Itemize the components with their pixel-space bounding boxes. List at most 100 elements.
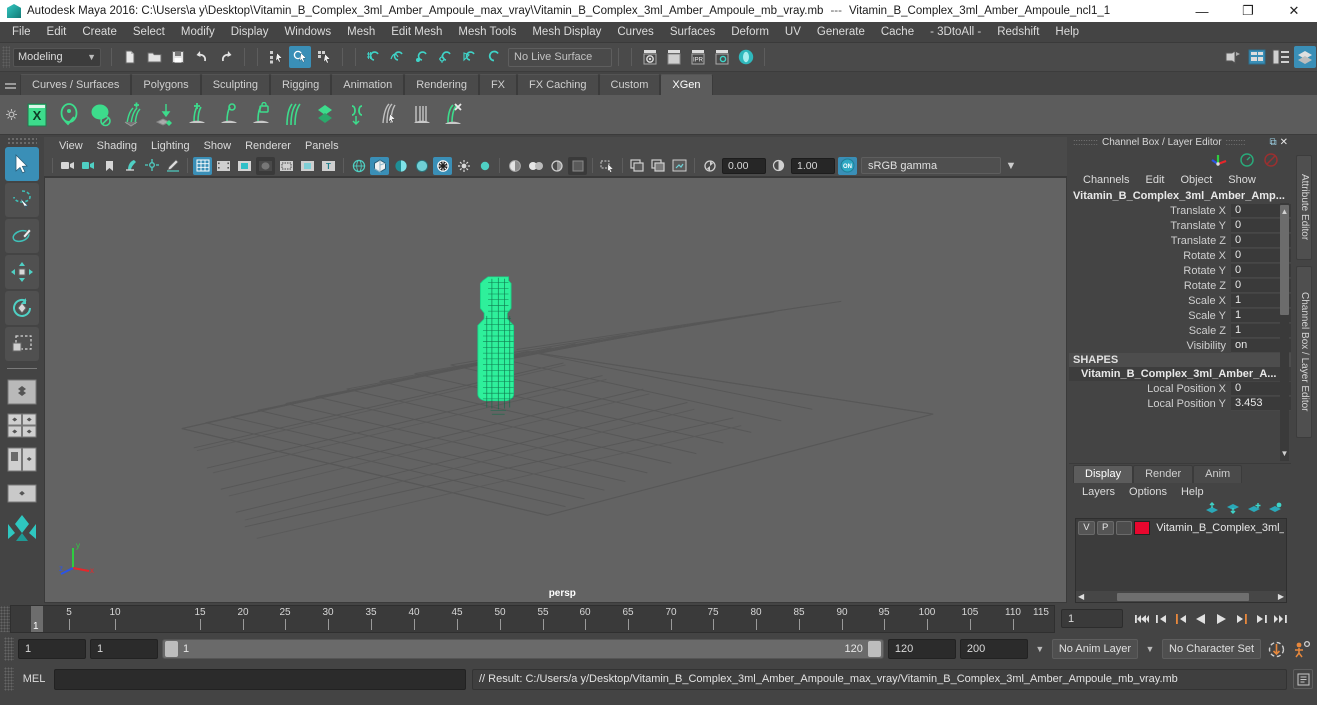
attr-row-scale-y[interactable]: Scale Y 1: [1069, 308, 1291, 323]
layer-row[interactable]: V P Vitamin_B_Complex_3ml_: [1076, 519, 1286, 536]
panel-drag-handle[interactable]: ::::::::::: [1069, 137, 1102, 147]
layer-menu-options[interactable]: Options: [1122, 486, 1174, 498]
layer-menu-layers[interactable]: Layers: [1075, 486, 1122, 498]
menu-create[interactable]: Create: [74, 24, 125, 40]
lighting-toggle-icon[interactable]: [433, 156, 452, 175]
menu-modify[interactable]: Modify: [173, 24, 223, 40]
exposure-icon[interactable]: [700, 157, 719, 175]
menu-set-selector[interactable]: Modeling ▼: [13, 47, 101, 67]
shelf-tab-custom[interactable]: Custom: [598, 74, 661, 95]
hypershade-icon[interactable]: [735, 46, 757, 68]
xgen-clump-icon[interactable]: [406, 98, 436, 132]
layer-visibility-toggle[interactable]: V: [1078, 520, 1095, 535]
scroll-left-icon[interactable]: ◀: [1078, 592, 1084, 601]
safe-title-icon[interactable]: T: [319, 157, 338, 175]
menu-windows[interactable]: Windows: [276, 24, 339, 40]
command-line-grip[interactable]: [4, 667, 14, 691]
shelf-grip[interactable]: [0, 72, 20, 95]
flat-shade-icon[interactable]: [391, 157, 410, 175]
chevron-down-icon[interactable]: ▼: [1001, 157, 1021, 174]
close-icon[interactable]: ✕: [1280, 137, 1288, 148]
xgen-comb-icon[interactable]: [278, 98, 308, 132]
viewport-menu-show[interactable]: Show: [197, 139, 239, 153]
field-chart-icon[interactable]: [277, 157, 296, 175]
xgen-grow-icon[interactable]: [182, 98, 212, 132]
auto-keyframe-icon[interactable]: [1265, 638, 1287, 660]
snap-to-grid-icon[interactable]: [363, 46, 385, 68]
motion-blur-icon[interactable]: [547, 157, 566, 175]
close-button[interactable]: ✕: [1271, 0, 1317, 22]
range-slider[interactable]: 1 120: [162, 639, 884, 659]
range-slider-right-handle[interactable]: [867, 641, 881, 657]
attribute-editor-icon[interactable]: [1246, 46, 1268, 68]
animation-preferences-icon[interactable]: [1291, 638, 1313, 660]
select-by-object-icon[interactable]: [289, 46, 311, 68]
layer-tab-anim[interactable]: Anim: [1193, 465, 1243, 483]
create-new-layer-icon[interactable]: [1247, 502, 1262, 514]
render-current-frame-icon[interactable]: [639, 46, 661, 68]
xgen-add-guides-icon[interactable]: [118, 98, 148, 132]
isolate-select-icon[interactable]: [568, 156, 587, 175]
layer-type-toggle[interactable]: [1115, 520, 1133, 535]
menu-cache[interactable]: Cache: [873, 24, 922, 40]
animation-start-time-field[interactable]: 1: [18, 639, 86, 659]
channel-box-icon[interactable]: [1294, 46, 1316, 68]
exposure-field[interactable]: 0.00: [722, 157, 766, 174]
resolution-gate-icon[interactable]: [235, 157, 254, 175]
ambient-occlusion-icon[interactable]: [526, 157, 545, 175]
shelf-tab-fx-caching[interactable]: FX Caching: [517, 74, 599, 95]
viewport-menu-shading[interactable]: Shading: [90, 139, 144, 153]
script-language-label[interactable]: MEL: [20, 673, 48, 685]
save-scene-icon[interactable]: [167, 46, 189, 68]
statusbar-grip[interactable]: [2, 46, 10, 68]
shelf-tab-rigging[interactable]: Rigging: [269, 74, 332, 95]
attr-row-visibility[interactable]: Visibility on: [1069, 338, 1291, 353]
shelf-options-gear-icon[interactable]: [0, 95, 22, 135]
time-slider-grip[interactable]: [0, 605, 10, 632]
new-scene-icon[interactable]: [119, 46, 141, 68]
layer-playback-toggle[interactable]: P: [1096, 520, 1114, 535]
xgen-editor-icon[interactable]: X: [22, 98, 52, 132]
range-slider-grip[interactable]: [4, 637, 14, 661]
gate-mask-icon[interactable]: [256, 156, 275, 175]
shelf-tab-curves-surfaces[interactable]: Curves / Surfaces: [20, 74, 132, 95]
open-scene-icon[interactable]: [143, 46, 165, 68]
attr-row-translate-x[interactable]: Translate X 0: [1069, 203, 1291, 218]
paint-select-tool[interactable]: [5, 219, 39, 253]
range-start-time-field[interactable]: 1: [90, 639, 158, 659]
menu-mesh-tools[interactable]: Mesh Tools: [450, 24, 524, 40]
attr-row-scale-x[interactable]: Scale X 1: [1069, 293, 1291, 308]
menu-3dtoall[interactable]: - 3DtoAll -: [922, 24, 989, 40]
shelf-tab-xgen[interactable]: XGen: [660, 74, 713, 95]
attr-row-scale-z[interactable]: Scale Z 1: [1069, 323, 1291, 338]
toolbox-grip[interactable]: [7, 137, 37, 144]
two-pane-layout[interactable]: [5, 445, 39, 475]
ipr-render-icon[interactable]: IPR: [687, 46, 709, 68]
current-time-indicator[interactable]: 1: [31, 605, 43, 632]
menu-edit-mesh[interactable]: Edit Mesh: [383, 24, 450, 40]
shadows-icon[interactable]: [505, 157, 524, 175]
animation-end-time-field[interactable]: 200: [959, 639, 1028, 659]
attr-row-rotate-y[interactable]: Rotate Y 0: [1069, 263, 1291, 278]
anim-layer-selector[interactable]: No Anim Layer: [1051, 639, 1139, 659]
attr-row-translate-z[interactable]: Translate Z 0: [1069, 233, 1291, 248]
xgen-density-icon[interactable]: [214, 98, 244, 132]
menu-help[interactable]: Help: [1047, 24, 1087, 40]
film-gate-icon[interactable]: [214, 157, 233, 175]
grid-toggle-icon[interactable]: [193, 156, 212, 175]
step-back-frame-icon[interactable]: [1171, 609, 1191, 629]
four-view-layout[interactable]: [5, 411, 39, 441]
move-tool[interactable]: [5, 255, 39, 289]
snap-to-view-plane-icon[interactable]: [459, 46, 481, 68]
safe-action-icon[interactable]: [298, 157, 317, 175]
attr-row-rotate-z[interactable]: Rotate Z 0: [1069, 278, 1291, 293]
layer-menu-help[interactable]: Help: [1174, 486, 1211, 498]
layer-scroll-thumb[interactable]: [1117, 592, 1249, 601]
channel-box-menu-object[interactable]: Object: [1172, 173, 1220, 187]
select-by-hierarchy-icon[interactable]: [265, 46, 287, 68]
undock-icon[interactable]: ⧉: [1269, 137, 1276, 148]
xray-active-components-icon[interactable]: [649, 157, 668, 175]
shelf-tab-polygons[interactable]: Polygons: [131, 74, 201, 95]
scroll-up-icon[interactable]: ▲: [1280, 205, 1289, 217]
smooth-shade-all-icon[interactable]: [370, 156, 389, 175]
